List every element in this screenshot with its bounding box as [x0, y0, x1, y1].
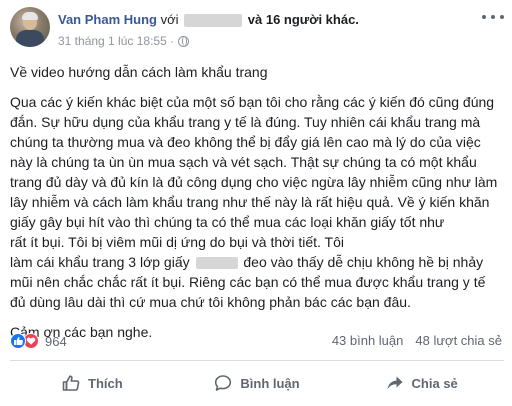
thumbs-up-icon [62, 375, 80, 391]
comment-button-label: Bình luận [240, 375, 300, 391]
comment-count-link[interactable]: 43 bình luận [332, 333, 404, 348]
tagged-others-link[interactable]: và 16 người khác. [248, 12, 359, 27]
post-line-part: làm cái khẩu trang 3 lớp giấy [10, 254, 190, 270]
post-line: đủ dùng lâu dài thì cứ mua chứ tôi không… [10, 294, 411, 310]
share-icon [387, 376, 403, 390]
post-timestamp[interactable]: 31 tháng 1 lúc 18:55 · [58, 34, 174, 48]
facebook-post: Van Pham Hung với và 16 người khác. 31 t… [0, 0, 512, 406]
post-line-part: đeo vào thấy dễ chịu không hề bị nhảy [243, 254, 484, 270]
share-button-label: Chia sẻ [411, 375, 458, 391]
share-count-link[interactable]: 48 lượt chia sẻ [415, 333, 502, 348]
like-reaction-icon [10, 333, 26, 349]
post-line: rất ít bụi. Tôi bị viêm mũi dị ứng do bụ… [10, 232, 504, 252]
author-name-link[interactable]: Van Pham Hung [58, 12, 157, 27]
reaction-count: 964 [45, 333, 67, 349]
post-line: Qua các ý kiến khác biệt của một số bạn … [10, 94, 495, 110]
post-paragraph: Qua các ý kiến khác biệt của một số bạn … [10, 92, 504, 312]
post-line: làm cái khẩu trang 3 lớp giấy đeo vào th… [10, 252, 504, 272]
post-line: Về video hướng dẫn cách làm khẩu trang [10, 64, 268, 80]
more-options-icon[interactable] [482, 10, 504, 24]
tagged-name-redacted [184, 14, 243, 28]
divider [10, 360, 504, 361]
with-text: với [160, 12, 179, 27]
like-button-label: Thích [88, 375, 123, 391]
author-line: Van Pham Hung với và 16 người khác. [58, 12, 359, 28]
post-line: đắn. Sự hữu dụng của khẩu trang y tế là … [10, 114, 481, 130]
post-line-part: rất ít bụi. Tôi bị viêm mũi dị ứng do bụ… [10, 234, 344, 250]
post-line: mũi nên chắc chắc rất ít bụi. Riêng các … [10, 274, 486, 290]
comment-icon [215, 375, 232, 391]
post-line: giấy gây bụi hít vào thì chúng ta có thể… [10, 214, 445, 230]
comment-button[interactable]: Bình luận [175, 366, 340, 400]
post-stats: 964 43 bình luận 48 lượt chia sẻ [10, 333, 504, 353]
like-button[interactable]: Thích [10, 366, 175, 400]
action-bar: Thích Bình luận Chia sẻ [10, 366, 504, 400]
share-button[interactable]: Chia sẻ [339, 366, 504, 400]
post-line: trang đủ dày và đủ kín là đủ công dụng c… [10, 174, 498, 190]
engagement-counts: 43 bình luận 48 lượt chia sẻ [332, 333, 502, 348]
post-line: lây nhiễm và cách làm khẩu trang như thế… [10, 194, 490, 210]
author-avatar[interactable] [10, 7, 50, 47]
post-line: này là chúng ta ùn ùn mua sạch và vét sạ… [10, 154, 477, 170]
post-line: chúng ta thường mua và đeo không thể bị … [10, 134, 481, 150]
post-paragraph: Về video hướng dẫn cách làm khẩu trang [10, 62, 504, 82]
post-meta: 31 tháng 1 lúc 18:55 · [58, 34, 190, 48]
post-text: Về video hướng dẫn cách làm khẩu trang Q… [10, 62, 504, 352]
reactions-summary[interactable]: 964 [10, 333, 67, 349]
redacted-text [195, 257, 238, 270]
globe-icon[interactable] [178, 35, 190, 47]
